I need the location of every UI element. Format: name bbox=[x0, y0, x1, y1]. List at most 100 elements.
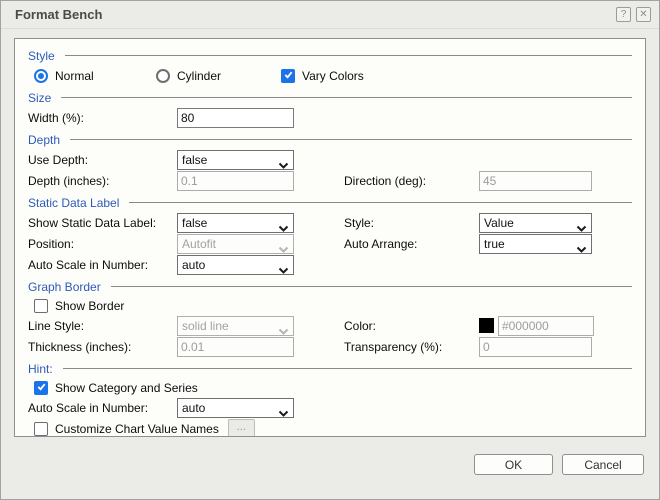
color-swatch[interactable] bbox=[479, 318, 494, 333]
width-label: Width (%): bbox=[28, 111, 177, 125]
show-static-select[interactable]: false bbox=[177, 213, 294, 233]
customize-names-checkbox[interactable] bbox=[34, 422, 48, 436]
normal-radio[interactable] bbox=[34, 69, 48, 83]
cylinder-radio[interactable] bbox=[156, 69, 170, 83]
line-style-value: solid line bbox=[182, 319, 229, 333]
show-category-checkbox[interactable] bbox=[34, 381, 48, 395]
position-row: Position: Autofit Auto Arrange: true bbox=[28, 233, 634, 254]
section-title: Depth bbox=[28, 133, 60, 147]
chevron-down-icon bbox=[278, 262, 289, 270]
show-category-row: Show Category and Series bbox=[28, 378, 634, 397]
depth-direction-row: Depth (inches): Direction (deg): bbox=[28, 170, 634, 191]
color-hex-input bbox=[498, 316, 594, 336]
normal-radio-label: Normal bbox=[55, 69, 94, 83]
depth-inches-input bbox=[177, 171, 294, 191]
hint-auto-scale-value: auto bbox=[182, 401, 205, 415]
show-static-label: Show Static Data Label: bbox=[28, 216, 177, 230]
close-icon[interactable]: ✕ bbox=[636, 7, 651, 22]
graph-border-section-heading: Graph Border bbox=[28, 279, 634, 294]
static-data-label-section-heading: Static Data Label bbox=[28, 195, 634, 210]
direction-label: Direction (deg): bbox=[344, 174, 479, 188]
section-title: Size bbox=[28, 91, 51, 105]
cylinder-radio-label: Cylinder bbox=[177, 69, 221, 83]
customize-names-label: Customize Chart Value Names bbox=[55, 422, 219, 436]
width-input[interactable] bbox=[177, 108, 294, 128]
auto-arrange-select[interactable]: true bbox=[479, 234, 592, 254]
hint-section-heading: Hint: bbox=[28, 361, 634, 376]
border-color-label: Color: bbox=[344, 319, 479, 333]
show-border-row: Show Border bbox=[28, 296, 634, 315]
section-rule bbox=[129, 202, 632, 203]
check-icon bbox=[283, 67, 294, 85]
help-icon[interactable]: ? bbox=[616, 7, 631, 22]
section-rule bbox=[63, 368, 632, 369]
section-rule bbox=[61, 97, 632, 98]
position-label: Position: bbox=[28, 237, 177, 251]
show-static-value: false bbox=[182, 216, 207, 230]
transparency-label: Transparency (%): bbox=[344, 340, 479, 354]
chevron-down-icon bbox=[576, 241, 587, 249]
vary-colors-label: Vary Colors bbox=[302, 69, 364, 83]
auto-arrange-value: true bbox=[484, 237, 505, 251]
label-style-select[interactable]: Value bbox=[479, 213, 592, 233]
use-depth-label: Use Depth: bbox=[28, 153, 177, 167]
dialog-footer: OK Cancel bbox=[474, 454, 644, 475]
style-section-heading: Style bbox=[28, 48, 634, 63]
chevron-down-icon bbox=[278, 241, 289, 249]
vary-colors-checkbox[interactable] bbox=[281, 69, 295, 83]
position-value: Autofit bbox=[182, 237, 216, 251]
show-border-checkbox[interactable] bbox=[34, 299, 48, 313]
line-style-label: Line Style: bbox=[28, 319, 177, 333]
size-section-heading: Size bbox=[28, 90, 634, 105]
sdl-auto-scale-value: auto bbox=[182, 258, 205, 272]
section-title: Hint: bbox=[28, 362, 53, 376]
thickness-transparency-row: Thickness (inches): Transparency (%): bbox=[28, 336, 634, 357]
ok-button[interactable]: OK bbox=[474, 454, 553, 475]
chevron-down-icon bbox=[278, 220, 289, 228]
section-rule bbox=[111, 286, 632, 287]
show-static-row: Show Static Data Label: false Style: Val… bbox=[28, 212, 634, 233]
dialog-titlebar[interactable]: Format Bench ? ✕ bbox=[1, 1, 659, 29]
label-style-value: Value bbox=[484, 216, 514, 230]
chevron-down-icon bbox=[278, 157, 289, 165]
sdl-auto-scale-row: Auto Scale in Number: auto bbox=[28, 254, 634, 275]
customize-row: Customize Chart Value Names ... bbox=[28, 418, 634, 437]
dialog-body-panel: Style Normal Cylinder Vary Colors Size bbox=[14, 38, 646, 437]
chevron-down-icon bbox=[278, 405, 289, 413]
depth-section-heading: Depth bbox=[28, 132, 634, 147]
use-depth-row: Use Depth: false bbox=[28, 149, 634, 170]
thickness-input bbox=[177, 337, 294, 357]
section-title: Graph Border bbox=[28, 280, 101, 294]
hint-auto-scale-row: Auto Scale in Number: auto bbox=[28, 397, 634, 418]
direction-input bbox=[479, 171, 592, 191]
depth-inches-label: Depth (inches): bbox=[28, 174, 177, 188]
section-title: Style bbox=[28, 49, 55, 63]
auto-arrange-label: Auto Arrange: bbox=[344, 237, 479, 251]
sdl-auto-scale-label: Auto Scale in Number: bbox=[28, 258, 177, 272]
show-border-label: Show Border bbox=[55, 299, 124, 313]
check-icon bbox=[36, 379, 47, 397]
ellipsis-button: ... bbox=[228, 419, 255, 437]
chevron-down-icon bbox=[278, 323, 289, 331]
section-rule bbox=[65, 55, 632, 56]
use-depth-select[interactable]: false bbox=[177, 150, 294, 170]
format-bench-dialog: Format Bench ? ✕ Style Normal Cylinder V… bbox=[0, 0, 660, 500]
use-depth-value: false bbox=[182, 153, 207, 167]
position-select: Autofit bbox=[177, 234, 294, 254]
label-style-label: Style: bbox=[344, 216, 479, 230]
section-rule bbox=[70, 139, 632, 140]
line-style-color-row: Line Style: solid line Color: bbox=[28, 315, 634, 336]
style-choice-row: Normal Cylinder Vary Colors bbox=[28, 65, 634, 86]
line-style-select: solid line bbox=[177, 316, 294, 336]
sdl-auto-scale-select[interactable]: auto bbox=[177, 255, 294, 275]
hint-auto-scale-label: Auto Scale in Number: bbox=[28, 401, 177, 415]
width-row: Width (%): bbox=[28, 107, 634, 128]
thickness-label: Thickness (inches): bbox=[28, 340, 177, 354]
cancel-button[interactable]: Cancel bbox=[562, 454, 644, 475]
chevron-down-icon bbox=[576, 220, 587, 228]
transparency-input bbox=[479, 337, 592, 357]
dialog-title: Format Bench bbox=[15, 7, 611, 22]
section-title: Static Data Label bbox=[28, 196, 119, 210]
show-category-label: Show Category and Series bbox=[55, 381, 198, 395]
hint-auto-scale-select[interactable]: auto bbox=[177, 398, 294, 418]
